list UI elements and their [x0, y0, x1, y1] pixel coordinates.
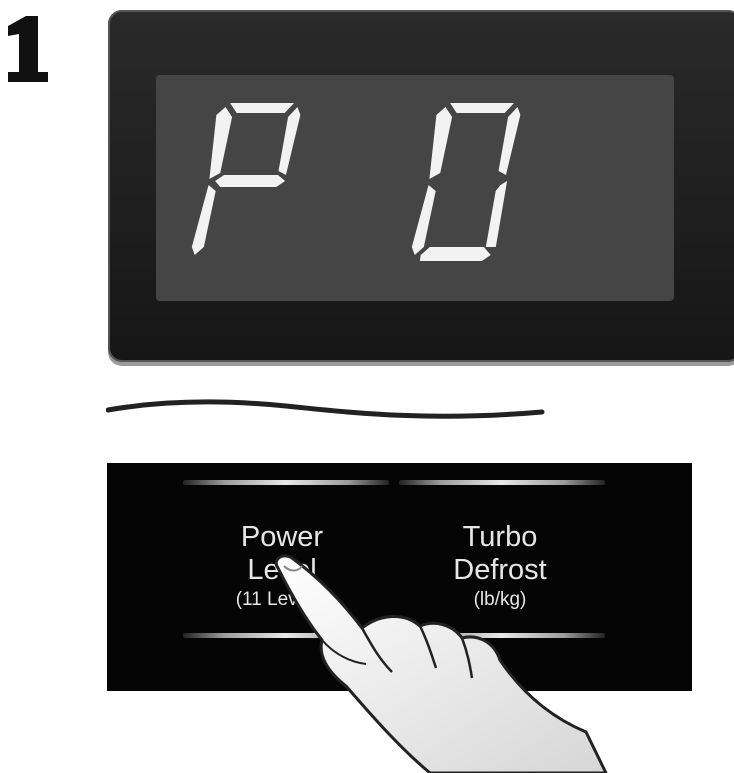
divider-top-right — [399, 480, 605, 485]
turbo-defrost-line2: Defrost — [453, 554, 547, 586]
control-panel: Power Level (11 Levels) Turbo Defrost (l… — [107, 463, 692, 691]
step-number-icon: 1 — [2, 14, 54, 84]
segment-digit-p — [191, 103, 301, 255]
power-level-line1: Power — [240, 521, 324, 553]
turbo-defrost-button[interactable]: Turbo Defrost (lb/kg) — [425, 521, 575, 613]
turbo-defrost-line1: Turbo — [462, 521, 538, 553]
divider-bottom-left — [183, 633, 389, 638]
break-line — [106, 399, 545, 419]
power-level-line3: (11 Levels) — [235, 589, 329, 610]
display-housing: P0 — [108, 10, 734, 362]
divider-bottom-right — [399, 633, 605, 638]
partial-button-label: tor — [477, 673, 511, 691]
lcd-window: P0 — [156, 75, 674, 301]
segment-digit-0 — [411, 103, 521, 261]
turbo-defrost-line3: (lb/kg) — [473, 589, 527, 610]
power-level-button[interactable]: Power Level (11 Levels) — [217, 521, 347, 613]
power-level-line2: Level — [247, 554, 317, 586]
divider-top-left — [183, 480, 389, 485]
